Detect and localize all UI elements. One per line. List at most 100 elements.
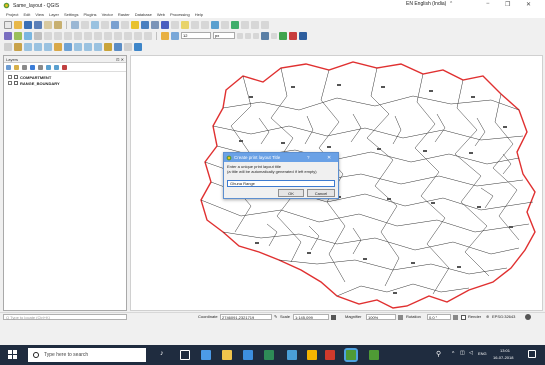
qgis-layout-taskbar-icon[interactable] — [369, 350, 379, 360]
layer-visibility-checkbox[interactable] — [8, 75, 12, 79]
layout-manager-icon[interactable] — [54, 20, 62, 29]
zoom-full-icon[interactable] — [44, 42, 52, 51]
menu-project[interactable]: Project — [6, 12, 18, 17]
map-tips-icon[interactable] — [201, 20, 209, 29]
task-view-icon[interactable] — [180, 350, 190, 360]
menu-processing[interactable]: Processing — [170, 12, 190, 17]
new-bookmark-icon[interactable] — [211, 20, 219, 29]
python-console-icon[interactable] — [279, 31, 287, 40]
cancel-button[interactable]: Cancel — [307, 189, 335, 197]
globe-icon[interactable]: ⊕ — [486, 314, 489, 319]
notifications-icon[interactable] — [528, 350, 536, 358]
add-vector-layer-icon[interactable] — [14, 31, 22, 40]
refresh-icon[interactable] — [231, 20, 239, 29]
zoom-out-map-icon[interactable] — [34, 42, 42, 51]
clock-date[interactable]: 16-07-2018 — [493, 355, 513, 360]
magnifier-spinner-icon[interactable] — [398, 315, 403, 320]
add-raster-layer-icon[interactable] — [24, 31, 32, 40]
field-calculator-icon[interactable] — [151, 20, 159, 29]
new-map-view-icon[interactable] — [104, 42, 112, 51]
locator-search-input[interactable]: Q Type to locate (Ctrl+K) — [3, 314, 127, 320]
help-icon[interactable] — [299, 31, 307, 40]
file-explorer-icon[interactable] — [222, 350, 232, 360]
redo-icon[interactable] — [144, 31, 152, 40]
lock-scale-icon[interactable] — [331, 315, 336, 320]
chrome-icon[interactable] — [307, 350, 317, 360]
scale-bar-icon[interactable] — [261, 20, 269, 29]
select-icon[interactable] — [121, 20, 129, 29]
label-settings-icon[interactable] — [171, 31, 179, 40]
manage-visibility-icon[interactable] — [22, 64, 27, 70]
zoom-last-icon[interactable] — [84, 42, 92, 51]
attribute-table-icon[interactable] — [141, 20, 149, 29]
add-layer-icon[interactable] — [4, 31, 12, 40]
maximize-button[interactable]: ❐ — [505, 1, 510, 8]
layer-visibility-checkbox[interactable] — [8, 81, 12, 85]
pan-icon[interactable] — [71, 20, 79, 29]
filter-by-expression-icon[interactable] — [38, 64, 43, 70]
italic-icon[interactable] — [245, 32, 251, 39]
powerpoint-icon[interactable] — [325, 350, 335, 360]
windows-start-icon[interactable] — [8, 350, 17, 359]
measure-icon[interactable] — [171, 20, 179, 29]
undo-icon[interactable] — [134, 31, 142, 40]
font-unit-select[interactable]: px — [213, 32, 235, 39]
zoom-out-icon[interactable] — [101, 20, 109, 29]
digitize-icon[interactable] — [44, 31, 52, 40]
zoom-to-layer-icon[interactable] — [64, 42, 72, 51]
temporal-icon[interactable] — [124, 42, 132, 51]
messages-icon[interactable] — [525, 314, 531, 320]
identify-icon[interactable] — [111, 20, 119, 29]
scale-field[interactable]: 1:145,099 — [293, 314, 329, 320]
render-checkbox[interactable] — [461, 315, 466, 320]
layers-panel-controls[interactable]: ⊡ ✕ — [116, 57, 124, 62]
people-icon[interactable]: ⚲ — [436, 350, 441, 358]
text-color-icon[interactable] — [253, 32, 259, 39]
remove-layer-icon[interactable] — [62, 64, 67, 70]
rotation-spinner-icon[interactable] — [453, 315, 458, 320]
microphone-icon[interactable]: ♪ — [160, 350, 164, 357]
qgis-taskbar-icon[interactable] — [344, 348, 358, 362]
language-indicator-taskbar[interactable]: ENG — [478, 351, 487, 356]
node-tool-icon[interactable] — [94, 31, 102, 40]
menu-plugins[interactable]: Plugins — [83, 12, 96, 17]
menu-database[interactable]: Database — [135, 12, 152, 17]
ok-button[interactable]: OK — [278, 189, 304, 197]
label-icon[interactable] — [161, 31, 169, 40]
menu-view[interactable]: View — [35, 12, 44, 17]
add-group-icon[interactable] — [14, 64, 19, 70]
expand-all-icon[interactable] — [46, 64, 51, 70]
add-feature-icon[interactable] — [74, 31, 82, 40]
filter-legend-icon[interactable] — [30, 64, 35, 70]
photos-icon[interactable] — [287, 350, 297, 360]
toggle-editing-icon[interactable] — [54, 31, 62, 40]
bold-icon[interactable] — [237, 32, 243, 39]
pan-to-feature-icon[interactable] — [14, 42, 22, 51]
refresh-map-icon[interactable] — [134, 42, 142, 51]
store-icon[interactable] — [243, 350, 253, 360]
network-icon[interactable]: ◫ — [460, 350, 465, 356]
rotation-field[interactable]: 0.0 ° — [427, 314, 451, 320]
coordinate-field[interactable]: 2746091,2321719 — [220, 314, 272, 320]
new-print-layout-icon[interactable] — [44, 20, 52, 29]
open-layer-styling-icon[interactable] — [6, 64, 11, 70]
pan-map-icon[interactable] — [4, 42, 12, 51]
open-project-icon[interactable] — [14, 20, 22, 29]
move-feature-icon[interactable] — [84, 31, 92, 40]
volume-icon[interactable]: ◁ — [469, 350, 473, 356]
copy-features-icon[interactable] — [124, 31, 132, 40]
close-button[interactable]: ✕ — [526, 1, 531, 8]
text-annotation-icon[interactable] — [191, 20, 199, 29]
taskbar-search-box[interactable]: Type here to search — [28, 348, 146, 362]
save-project-icon[interactable] — [24, 20, 32, 29]
new-3d-view-icon[interactable] — [114, 42, 122, 51]
zoom-in-icon[interactable] — [91, 20, 99, 29]
language-dropdown-icon[interactable]: ⌃ — [449, 1, 453, 7]
zoom-native-icon[interactable] — [74, 42, 82, 51]
decorations-icon[interactable] — [241, 20, 249, 29]
save-as-icon[interactable] — [34, 20, 42, 29]
annotation-icon[interactable] — [181, 20, 189, 29]
layer-item-range-boundary[interactable]: RANGE_BOUNDARY — [4, 80, 126, 86]
cut-features-icon[interactable] — [114, 31, 122, 40]
menu-edit[interactable]: Edit — [23, 12, 30, 17]
